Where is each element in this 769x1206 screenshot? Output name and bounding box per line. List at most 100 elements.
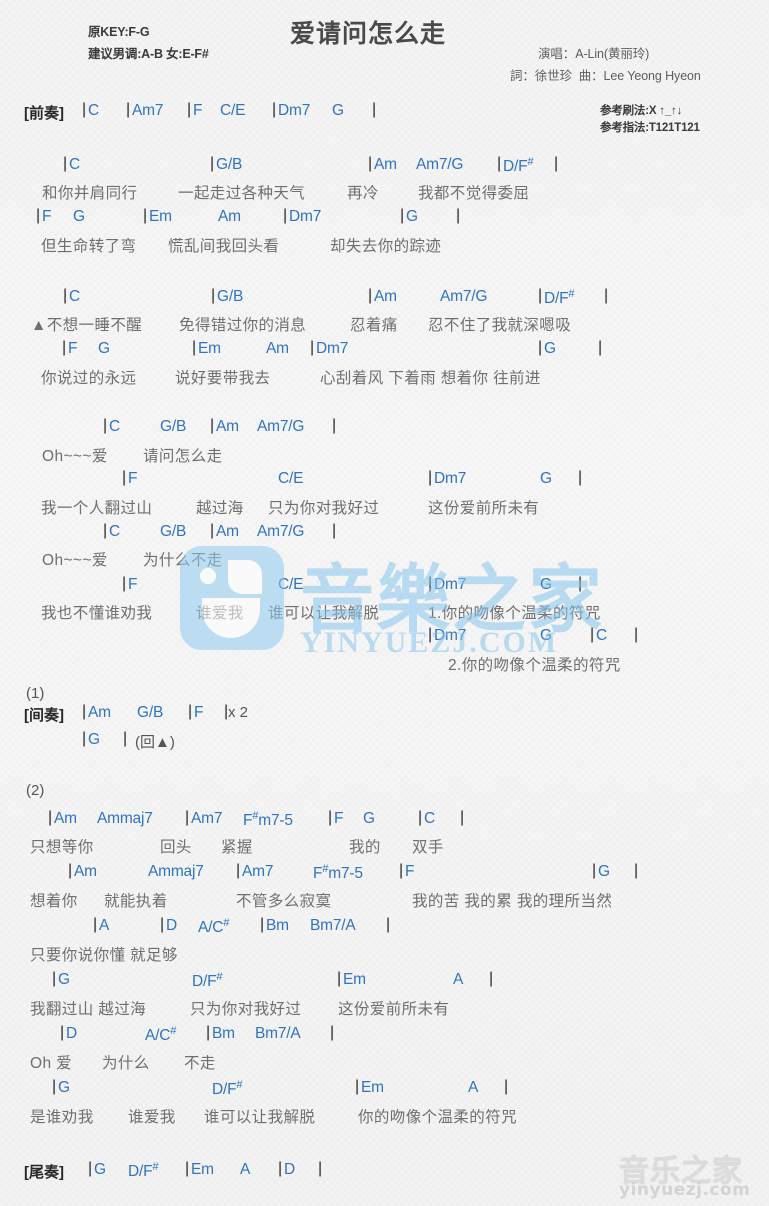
lyric-text: Oh~~~爱 [42, 552, 108, 569]
bar-line: | [368, 287, 373, 304]
page-title: 爱请问怎么走 [290, 20, 447, 48]
lyric-text: 谁爱我 [196, 605, 244, 622]
lyric-text: 不管多么寂寞 [236, 893, 332, 910]
chord-symbol: Bm [212, 1025, 235, 1042]
lyric-text: 回头 [160, 839, 192, 856]
lyric-text: 2.你的吻像个温柔的符咒 [448, 657, 621, 674]
bar-line: | [160, 916, 165, 933]
chord-symbol: C [109, 523, 120, 540]
bar-line: | [497, 155, 502, 172]
chorus2-chord-row-2: | F C/E | Dm7 G | [0, 575, 769, 598]
bar-line: | [103, 417, 108, 434]
chorus1-lyric-row-2: 我一个人翻过山 越过海 只为你对我好过 这份爱前所未有 [0, 496, 769, 518]
bar-line: | [260, 916, 265, 933]
outro-chord-row: | G D/F# | Em A | D | [0, 1160, 769, 1183]
bar-line: | [63, 287, 68, 304]
bar-line: | [428, 626, 433, 643]
chord-symbol: Dm7 [434, 470, 467, 487]
chord-symbol: G [58, 1079, 70, 1096]
lyric-text: Oh~~~爱 [42, 448, 108, 465]
lyric-text: 只想等你 [30, 839, 94, 856]
lyric-text: 我的苦 我的累 我的理所当然 [412, 893, 613, 910]
bridge-chord-row-2: | Am Ammaj7 | Am7 F#m7-5 | F | G | [0, 862, 769, 885]
chord-symbol: A [99, 917, 110, 934]
bar-line: | [88, 1160, 93, 1177]
lyric-text: 你说过的永远 [41, 370, 137, 387]
lyric-text: 谁可以让我解脱 [204, 1109, 316, 1126]
chord-symbol: F#m7-5 [313, 863, 363, 883]
ending-mark-2: (2) [26, 782, 45, 799]
lyric-text: 越过海 [196, 500, 244, 517]
bridge-chord-row-3: | A | D A/C# | Bm Bm7/A | [0, 916, 769, 939]
lyric-text: 再冷 [347, 185, 379, 202]
chord-symbol: G [88, 731, 100, 748]
lyric-text: 这份爱前所未有 [338, 1001, 450, 1018]
bar-line: | [634, 626, 639, 643]
verse1-lyric-row-1: 和你并肩同行 一起走过各种天气 再冷 我都不觉得委屈 [0, 181, 769, 203]
lyric-text: 忍着痛 [350, 317, 398, 334]
dacapo-label: (回▲) [135, 734, 175, 751]
lyric-text: 慌乱间我回头看 [168, 238, 280, 255]
chord-symbol: A [468, 1079, 479, 1096]
chord-symbol: G/B [160, 523, 187, 540]
chord-symbol: Am [216, 523, 239, 540]
lyric-text: 是谁劝我 [30, 1109, 94, 1126]
verse1-chord-row-2: | F G | Em Am | Dm7 | G | [0, 207, 769, 230]
bar-line: | [187, 101, 192, 118]
bar-line: | [36, 207, 41, 224]
bar-line: | [418, 809, 423, 826]
chord-symbol: Am7/G [416, 156, 464, 173]
lyric-text: 和你并肩同行 [42, 185, 138, 202]
bar-line: | [604, 287, 609, 304]
bar-line: | [489, 970, 494, 987]
lyric-text: 但生命转了弯 [41, 238, 137, 255]
bar-line: | [278, 1160, 283, 1177]
lyric-text: ▲不想一睡不醒 [31, 317, 143, 334]
chord-symbol: Dm7 [278, 102, 311, 119]
lyric-text: 一起走过各种天气 [178, 185, 306, 202]
lyric-text: 为什么 [102, 1055, 150, 1072]
chord-symbol: Am [74, 863, 97, 880]
verse1-lyric-row-2: 但生命转了弯 慌乱间我回头看 却失去你的踪迹 [0, 234, 769, 256]
chord-symbol: G [540, 576, 552, 593]
writer-credit: 詞：徐世珍 曲：Lee Yeong Hyeon [510, 69, 701, 83]
bridge-lyric-row-1: 只想等你 回头 紧握 我的 双手 [0, 835, 769, 857]
chord-symbol: Bm7/A [310, 917, 356, 934]
chord-symbol: D/F# [503, 156, 534, 176]
bar-line: | [330, 1024, 335, 1041]
chord-symbol: Ammaj7 [148, 863, 204, 880]
chord-symbol: G [544, 340, 556, 357]
chord-symbol: D [66, 1025, 77, 1042]
lyric-text: 谁可以让我解脱 [268, 605, 380, 622]
finger-reference: 参考指法:T121T121 [600, 122, 700, 134]
chord-symbol: G [540, 627, 552, 644]
bar-line: | [60, 1024, 65, 1041]
bar-line: | [590, 626, 595, 643]
bar-line: | [82, 703, 87, 720]
lyric-text: 说好要带我去 [175, 370, 271, 387]
bar-line: | [578, 575, 583, 592]
chorus1-lyric-row-1: Oh~~~爱 请问怎么走 [0, 444, 769, 466]
chord-symbol: G [98, 340, 110, 357]
bar-line: | [236, 862, 241, 879]
bar-line: | [68, 862, 73, 879]
chord-symbol: C [69, 156, 80, 173]
lyric-text: 只要你说你懂 就足够 [30, 947, 178, 964]
chord-symbol: F [128, 576, 138, 593]
bar-line: | [634, 862, 639, 879]
bar-line: | [456, 207, 461, 224]
chord-symbol: G [332, 102, 344, 119]
bar-line: | [428, 469, 433, 486]
lyric-text: 谁爱我 [128, 1109, 176, 1126]
chord-symbol: G/B [216, 156, 243, 173]
bar-line: | [328, 809, 333, 826]
lyric-text: 你的吻像个温柔的符咒 [358, 1109, 518, 1126]
lyric-text: 心刮着风 下着雨 想着你 往前进 [320, 370, 541, 387]
bar-line: | [123, 730, 128, 747]
bar-line: | [52, 1078, 57, 1095]
chorus2-lyric-row-3: 2.你的吻像个温柔的符咒 [0, 653, 769, 675]
chord-symbol: Dm7 [434, 576, 467, 593]
chord-symbol: Dm7 [316, 340, 349, 357]
bar-line: | [210, 155, 215, 172]
ending-mark-1: (1) [26, 685, 45, 702]
